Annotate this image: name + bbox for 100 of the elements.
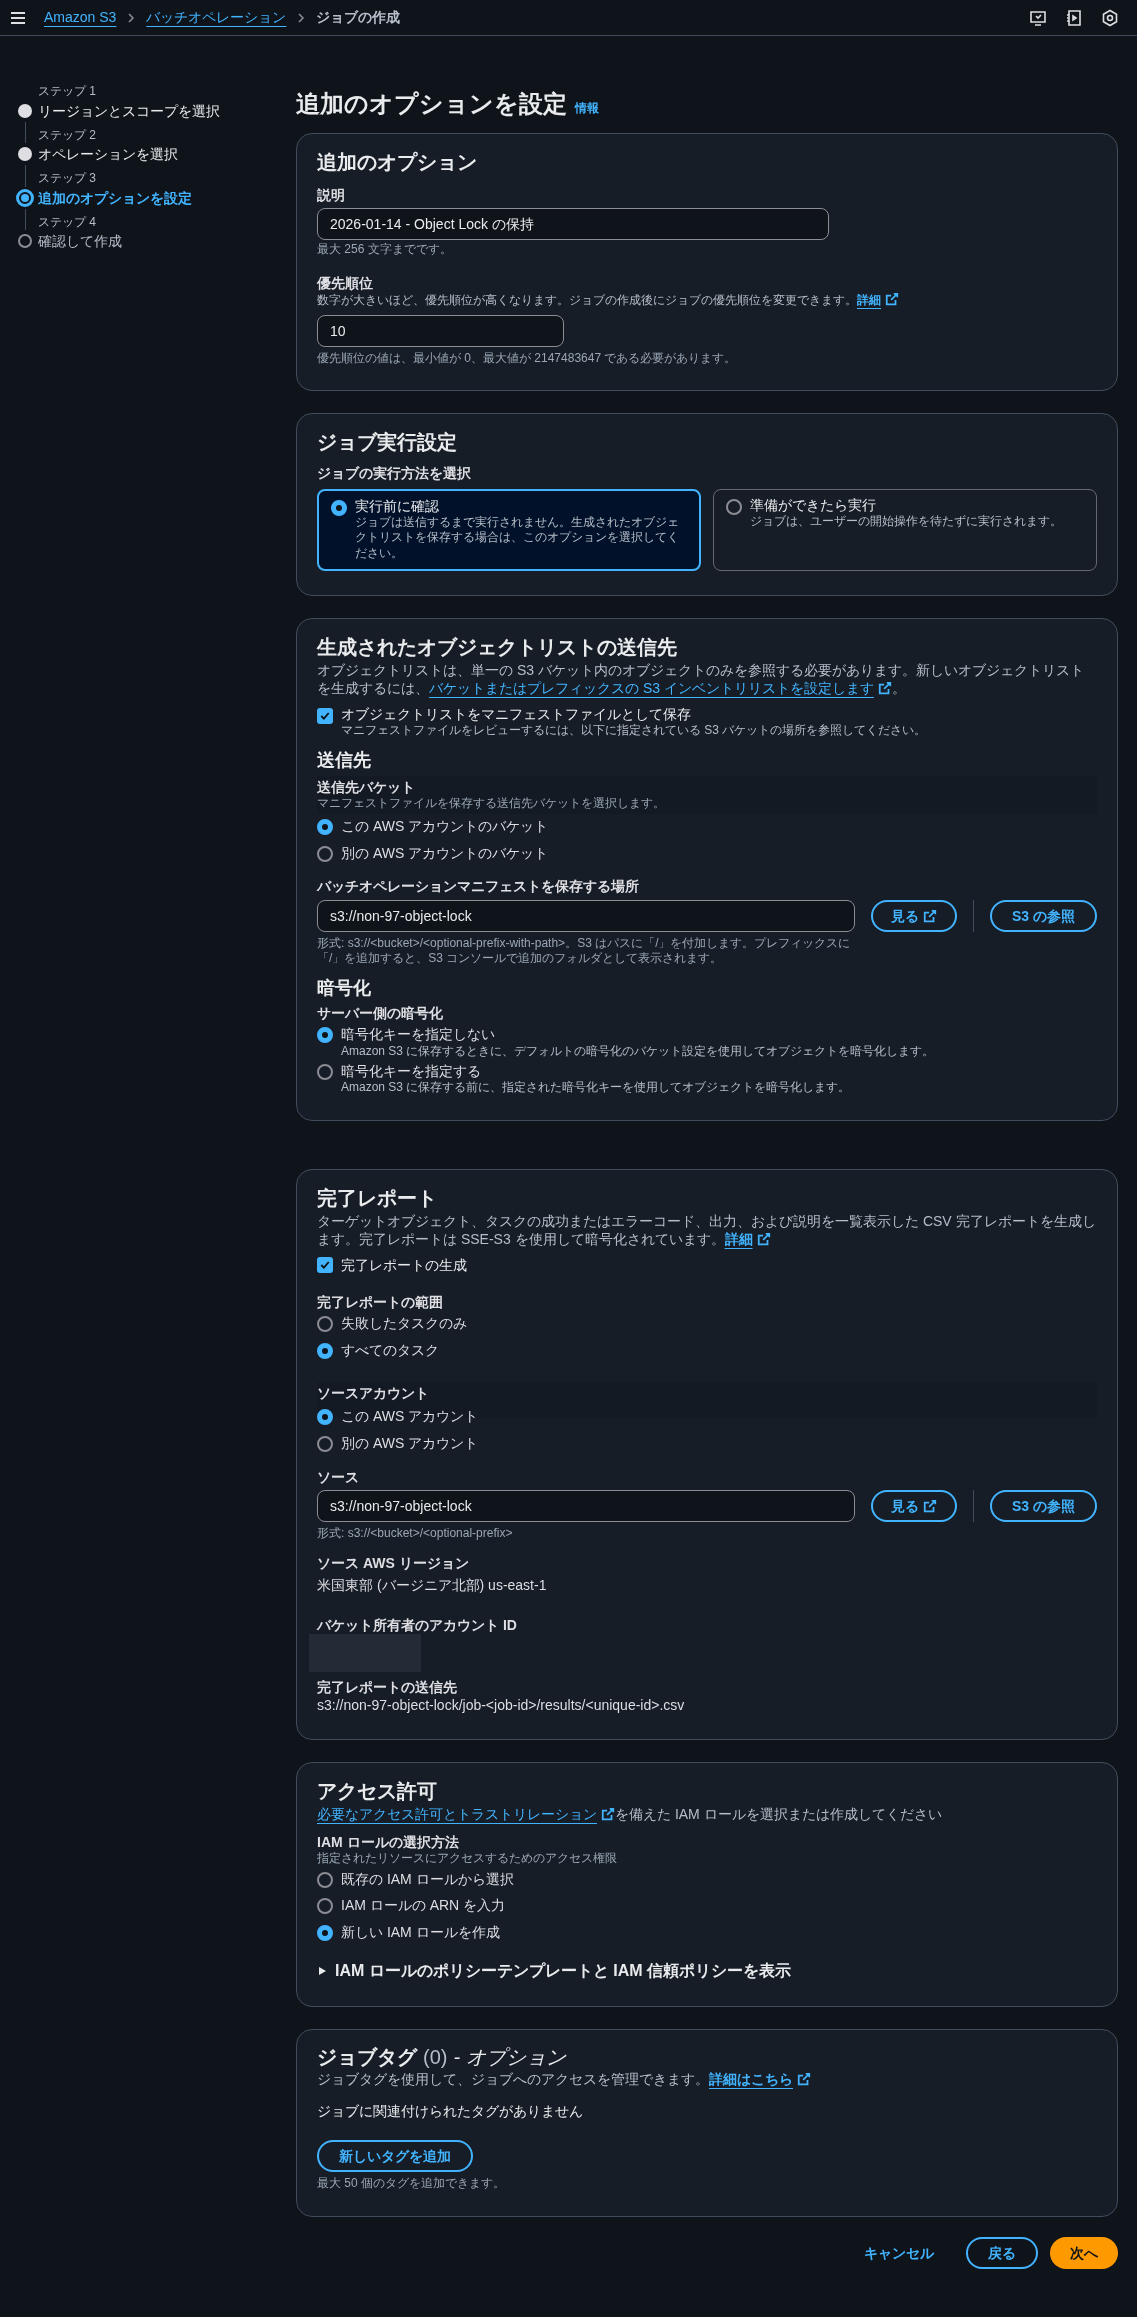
field-label: ソース AWS リージョン bbox=[317, 1553, 470, 1572]
radio-label: 暗号化キーを指定しない bbox=[341, 1025, 496, 1044]
field-label: バケット所有者のアカウント ID bbox=[317, 1616, 518, 1635]
radio-button[interactable] bbox=[317, 1925, 333, 1942]
step-number: ステップ 2 bbox=[38, 126, 97, 144]
cancel-button[interactable]: キャンセル bbox=[844, 2236, 954, 2269]
checkbox[interactable] bbox=[317, 1257, 333, 1274]
radio-button[interactable] bbox=[317, 1027, 333, 1044]
field-label: サーバー側の暗号化 bbox=[317, 1004, 444, 1023]
radio-label: 失敗したタスクのみ bbox=[341, 1313, 467, 1332]
policy-expander[interactable]: IAM ロールのポリシーテンプレートと IAM 信頼ポリシーを表示 bbox=[317, 1961, 791, 1982]
field-label: ソースアカウント bbox=[317, 1384, 430, 1403]
browse-s3-button[interactable]: S3 の参照 bbox=[990, 1490, 1097, 1523]
add-tag-button[interactable]: 新しいタグを追加 bbox=[317, 2140, 473, 2173]
view-button[interactable]: 見る bbox=[871, 899, 957, 932]
section-description: 必要なアクセス許可とトラストリレーション を備えた IAM ロールを選択または作成してください bbox=[317, 1804, 943, 1823]
radio-button[interactable] bbox=[317, 1898, 333, 1915]
monitor-icon[interactable] bbox=[1029, 8, 1047, 27]
radio-button[interactable] bbox=[317, 1342, 333, 1359]
text-field[interactable]: 10 bbox=[317, 314, 564, 347]
subsection-title: 送信先 bbox=[317, 748, 372, 772]
panel-icon[interactable] bbox=[1065, 8, 1083, 27]
external-link-icon bbox=[601, 1806, 615, 1821]
field-label: 優先順位 bbox=[317, 273, 374, 293]
radio-button[interactable] bbox=[317, 818, 333, 835]
text-field[interactable]: 2026-01-14 - Object Lock の保持 bbox=[317, 208, 829, 241]
breadcrumb-link[interactable]: バッチオペレーション bbox=[146, 8, 287, 27]
check-icon bbox=[319, 1259, 331, 1272]
text-field[interactable]: s3://non-97-object-lock bbox=[317, 1490, 855, 1523]
field-label: ソース bbox=[317, 1467, 360, 1487]
checkbox[interactable] bbox=[317, 707, 333, 724]
step-number: ステップ 4 bbox=[38, 213, 97, 231]
radio-label: この AWS アカウント bbox=[341, 1407, 479, 1426]
radio-description: Amazon S3 に保存する前に、指定された暗号化キーを使用してオブジェクトを暗号化します。 bbox=[341, 1080, 851, 1096]
hint-text: 優先順位の値は、最小値が 0、最大値が 2147483647 である必要があります。 bbox=[317, 350, 738, 367]
breadcrumb-link[interactable]: Amazon S3 bbox=[44, 8, 117, 27]
info-link[interactable]: 情報 bbox=[575, 101, 599, 117]
radio-button[interactable] bbox=[317, 1064, 333, 1081]
step-label: 追加のオプションを設定 bbox=[38, 188, 193, 208]
radio-button[interactable] bbox=[317, 1409, 333, 1426]
radio-button[interactable] bbox=[726, 498, 742, 515]
optional-label: - オプション bbox=[453, 2044, 566, 2070]
details-link[interactable]: 詳細 bbox=[724, 1231, 771, 1248]
checkbox-label: 完了レポートの生成 bbox=[341, 1256, 467, 1275]
tag-count: (0) bbox=[423, 2044, 448, 2070]
empty-message: ジョブに関連付けられたタグがありません bbox=[317, 2101, 584, 2121]
inventory-link[interactable]: バケットまたはプレフィックスの S3 インベントリリストを設定します bbox=[429, 679, 892, 696]
hint-text: マニフェストファイルを保存する送信先バケットを選択します。 bbox=[317, 796, 666, 812]
radio-button[interactable] bbox=[317, 1436, 333, 1453]
permissions-link[interactable]: 必要なアクセス許可とトラストリレーション bbox=[317, 1805, 615, 1822]
step-label: オペレーションを選択 bbox=[38, 145, 179, 165]
radio-button[interactable] bbox=[317, 1871, 333, 1888]
option-title: 実行前に確認 bbox=[355, 496, 440, 515]
browse-s3-button[interactable]: S3 の参照 bbox=[990, 899, 1097, 932]
radio-button[interactable] bbox=[317, 1315, 333, 1332]
option-description: ジョブは、ユーザーの開始操作を待たずに実行されます。 bbox=[750, 513, 1062, 530]
field-label: 説明 bbox=[317, 186, 346, 205]
option-description: ジョブは送信するまで実行されません。生成されたオブジェクトリストを保存する場合は、このオプションを選択してください。 bbox=[355, 514, 680, 562]
field-label: ジョブの実行方法を選択 bbox=[317, 464, 472, 483]
radio-button[interactable] bbox=[331, 499, 347, 516]
step-number: ステップ 3 bbox=[38, 170, 97, 187]
page-title: 追加のオプションを設定 bbox=[296, 89, 567, 119]
radio-label: 別の AWS アカウントのバケット bbox=[341, 843, 549, 862]
settings-icon[interactable] bbox=[1101, 8, 1119, 27]
external-link-icon bbox=[756, 1232, 771, 1247]
radio-description: Amazon S3 に保存するときに、デフォルトの暗号化のバケット設定を使用してオブジェクトを暗号化します。 bbox=[341, 1043, 935, 1060]
section-title: ジョブ実行設定 bbox=[317, 430, 458, 456]
step-label: リージョンとスコープを選択 bbox=[38, 101, 221, 121]
radio-label: IAM ロールの ARN を入力 bbox=[341, 1896, 506, 1915]
step-label: 確認して作成 bbox=[38, 232, 123, 252]
radio-button[interactable] bbox=[317, 845, 333, 862]
section-description: ジョブタグを使用して、ジョブへのアクセスを管理できます。詳細はこちら bbox=[317, 2069, 1097, 2088]
run-option-tile[interactable]: 実行前に確認 ジョブは送信するまで実行されません。生成されたオブジェクトリストを保存する場合は、このオプションを選択してください。 bbox=[317, 488, 701, 571]
back-button[interactable]: 戻る bbox=[966, 2236, 1038, 2269]
chevron-icon bbox=[296, 12, 307, 23]
field-label: 完了レポートの送信先 bbox=[317, 1678, 458, 1697]
view-button[interactable]: 見る bbox=[871, 1490, 957, 1523]
radio-label: この AWS アカウントのバケット bbox=[341, 816, 549, 836]
section-title: 生成されたオブジェクトリストの送信先 bbox=[317, 634, 678, 660]
external-link-icon bbox=[877, 680, 892, 695]
learn-more-link[interactable]: 詳細はこちら bbox=[709, 2070, 811, 2087]
checkbox-label: オブジェクトリストをマニフェストファイルとして保存 bbox=[341, 704, 692, 724]
text-field[interactable]: s3://non-97-object-lock bbox=[317, 899, 855, 932]
section-description: オブジェクトリストは、単一の S3 バケット内のオブジェクトのみを参照する必要があります。新しいオブジェクトリストを生成するには、バケットまたはプレフィックスの S3 インベントリリストを設定します 。 bbox=[317, 660, 1085, 697]
field-label: IAM ロールの選択方法 bbox=[317, 1832, 460, 1851]
region-value: 米国東部 (バージニア北部) us-east-1 bbox=[317, 1575, 548, 1595]
hint-text: 指定されたリソースにアクセスするためのアクセス権限 bbox=[317, 1851, 618, 1867]
section-title: 追加のオプション bbox=[317, 150, 478, 176]
radio-label: 新しい IAM ロールを作成 bbox=[341, 1923, 500, 1942]
next-button[interactable]: 次へ bbox=[1050, 2236, 1118, 2269]
external-link-icon bbox=[923, 1499, 937, 1514]
checkbox-description: マニフェストファイルをレビューするには、以下に指定されている S3 バケットの場所を参照してください。 bbox=[341, 723, 927, 739]
hint-text: 最大 50 個のタグを追加できます。 bbox=[317, 2176, 506, 2192]
radio-label: 既存の IAM ロールから選択 bbox=[341, 1869, 514, 1888]
destination-path: s3://non-97-object-lock/job-<job-id>/results/<unique-id>.csv bbox=[317, 1696, 686, 1715]
run-option-tile[interactable]: 準備ができたら実行 ジョブは、ユーザーの開始操作を待たずに実行されます。 bbox=[713, 488, 1097, 571]
menu-icon[interactable] bbox=[10, 9, 26, 26]
details-link[interactable]: 詳細 bbox=[857, 293, 899, 308]
section-title: アクセス許可 bbox=[317, 1778, 438, 1804]
external-link-icon bbox=[797, 2071, 811, 2086]
